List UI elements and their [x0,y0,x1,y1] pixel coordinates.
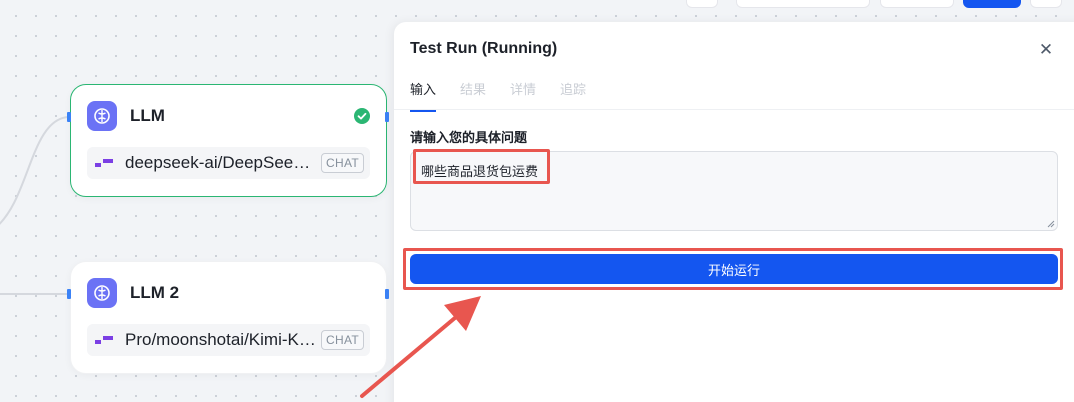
tab-result[interactable]: 结果 [460,79,486,112]
tab-input[interactable]: 输入 [410,79,437,112]
brain-icon [87,101,117,131]
input-handle[interactable] [67,112,71,122]
panel-tabs: 输入 结果 详情 追踪 [410,79,610,112]
panel-title: Test Run (Running) [410,40,558,57]
input-handle[interactable] [67,289,71,299]
llm-node[interactable]: LLM deepseek-ai/DeepSeek-V3 CHAT [70,84,387,197]
close-icon[interactable]: ✕ [1038,41,1054,58]
model-type-badge: CHAT [321,330,364,350]
model-type-badge: CHAT [321,153,364,173]
model-name: deepseek-ai/DeepSeek-V3 [125,153,318,172]
output-handle[interactable] [385,112,389,122]
model-selector[interactable]: deepseek-ai/DeepSeek-V3 CHAT [87,147,370,179]
edge-to-llm [0,116,69,225]
model-provider-icon [95,336,113,344]
question-label: 请输入您的具体问题 [410,130,528,145]
tab-trace[interactable]: 追踪 [560,79,586,112]
node-title: LLM [130,106,165,125]
brain-icon [87,278,117,308]
node-title: LLM 2 [130,283,180,302]
tab-details[interactable]: 详情 [510,79,536,112]
input-highlight-box [413,149,550,184]
model-selector[interactable]: Pro/moonshotai/Kimi-K2-Instruct CHAT [87,324,370,356]
model-name: Pro/moonshotai/Kimi-K2-Instruct [125,330,317,349]
resize-grip-icon[interactable] [1047,220,1055,228]
success-check-icon [354,108,370,124]
button-highlight-box [403,248,1063,290]
output-handle[interactable] [385,289,389,299]
model-provider-icon [95,159,113,167]
llm-2-node[interactable]: LLM 2 Pro/moonshotai/Kimi-K2-Instruct CH… [70,261,387,374]
test-run-panel: Test Run (Running) ✕ 输入 结果 详情 追踪 请输入您的具体… [394,22,1074,402]
divider [394,109,1074,110]
